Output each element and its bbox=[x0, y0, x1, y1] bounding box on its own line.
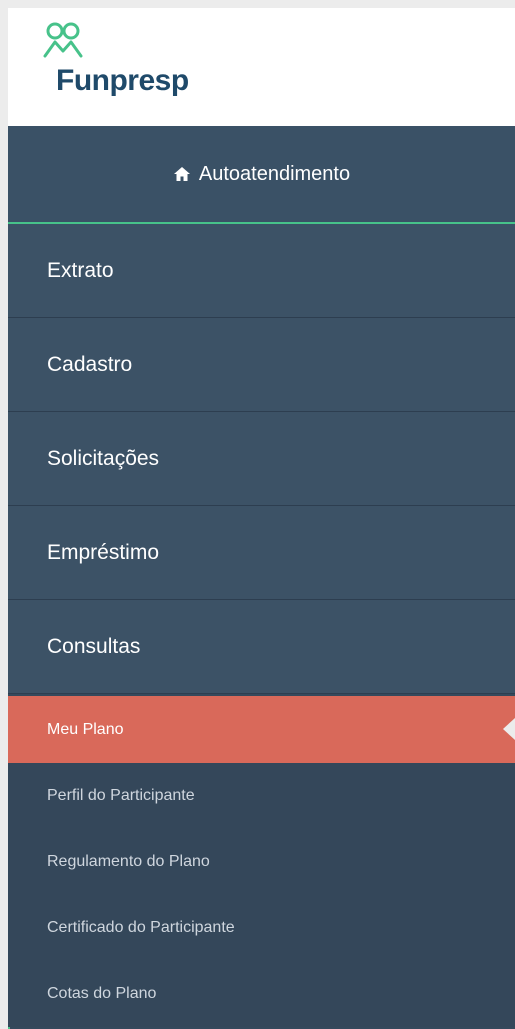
nav-item-label: Empréstimo bbox=[47, 540, 160, 564]
nav-item-label: Solicitações bbox=[47, 446, 160, 470]
nav-item-consultas[interactable]: Consultas bbox=[8, 600, 515, 694]
active-indicator-icon bbox=[503, 718, 515, 740]
submenu-item-cotas[interactable]: Cotas do Plano bbox=[8, 961, 515, 1027]
nav-item-emprestimo[interactable]: Empréstimo bbox=[8, 506, 515, 600]
header-label: Autoatendimento bbox=[198, 162, 351, 185]
nav-item-cadastro[interactable]: Cadastro bbox=[8, 318, 515, 412]
nav-item-label: Consultas bbox=[47, 634, 141, 658]
submenu-item-meu-plano[interactable]: Meu Plano bbox=[8, 696, 515, 763]
sidebar-panel: Funpresp Autoatendimento Extrato Cadastr… bbox=[8, 8, 515, 1029]
submenu-item-label: Perfil do Participante bbox=[47, 787, 195, 804]
submenu-item-certificado[interactable]: Certificado do Participante bbox=[8, 895, 515, 961]
people-logo-icon bbox=[43, 22, 83, 58]
submenu-item-label: Cotas do Plano bbox=[47, 985, 157, 1002]
nav-item-solicitacoes[interactable]: Solicitações bbox=[8, 412, 515, 506]
home-icon bbox=[173, 166, 191, 182]
autoatendimento-link[interactable]: Autoatendimento bbox=[8, 126, 515, 224]
submenu-item-label: Certificado do Participante bbox=[47, 919, 235, 936]
nav-item-extrato[interactable]: Extrato bbox=[8, 224, 515, 318]
brand-area[interactable]: Funpresp bbox=[8, 8, 515, 126]
submenu-item-perfil[interactable]: Perfil do Participante bbox=[8, 763, 515, 829]
submenu-item-label: Meu Plano bbox=[47, 720, 124, 738]
submenu-item-regulamento[interactable]: Regulamento do Plano bbox=[8, 829, 515, 895]
nav-item-label: Cadastro bbox=[47, 352, 133, 376]
nav-item-label: Extrato bbox=[47, 258, 114, 282]
brand-name: Funpresp bbox=[56, 64, 189, 97]
submenu-item-label: Regulamento do Plano bbox=[47, 853, 210, 870]
